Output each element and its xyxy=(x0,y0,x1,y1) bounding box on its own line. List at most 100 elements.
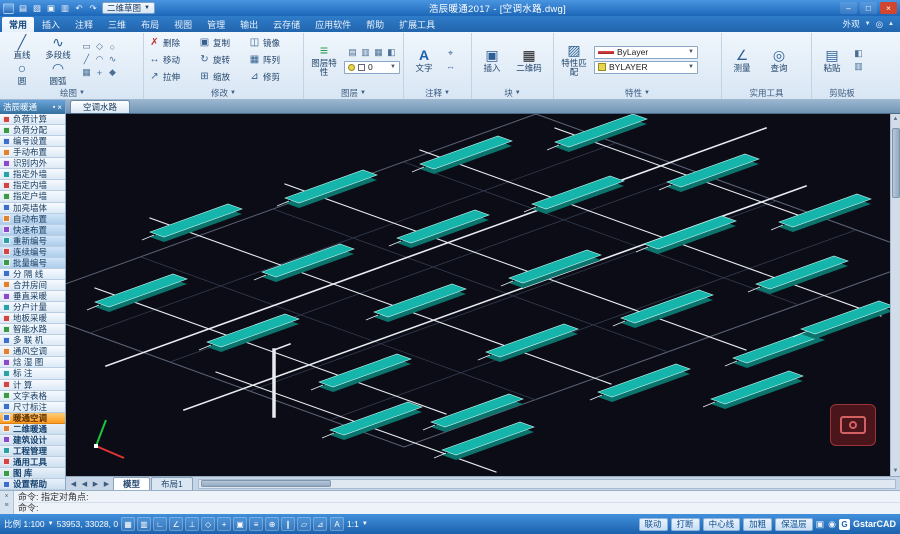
qrcode-button[interactable]: ▦ 二维码 xyxy=(512,47,546,73)
draw-tool-2[interactable]: ○圆 xyxy=(5,60,39,86)
sidebar-item-14[interactable]: 分 隔 线 xyxy=(0,269,65,280)
ribbon-tab-8[interactable]: 云存储 xyxy=(266,17,307,32)
ribbon-tab-9[interactable]: 应用软件 xyxy=(308,17,358,32)
status-toggle-10[interactable]: ∥ xyxy=(281,517,295,531)
panel-label-modify[interactable]: 修改▼ xyxy=(147,86,300,99)
sidebar-item-12[interactable]: 连续编号 xyxy=(0,247,65,258)
draw-mini-icon-5[interactable]: ∿ xyxy=(106,53,119,66)
command-lines[interactable]: 命令: 指定对角点: 命令: xyxy=(14,491,900,514)
hvac-toggle-2[interactable]: 中心线 xyxy=(703,518,741,531)
quick-access-icon-1[interactable]: ▨ xyxy=(31,3,43,14)
app-icon[interactable] xyxy=(3,3,14,14)
status-toggle-1[interactable]: ▥ xyxy=(137,517,151,531)
quick-access-icon-4[interactable]: ↶ xyxy=(73,3,85,14)
sidebar-item-1[interactable]: 负荷分配 xyxy=(0,125,65,136)
vertical-scroll-thumb[interactable] xyxy=(892,128,900,198)
sidebar-item-21[interactable]: 通风空调 xyxy=(0,346,65,357)
close-button[interactable]: × xyxy=(880,2,897,14)
status-toggle-11[interactable]: ▱ xyxy=(297,517,311,531)
sidebar-item-19[interactable]: 智能水路 xyxy=(0,324,65,335)
sidebar-item-6[interactable]: 指定内墙 xyxy=(0,180,65,191)
drawing-viewport[interactable] xyxy=(66,114,890,476)
panel-label-block[interactable]: 块▼ xyxy=(475,86,550,99)
paste-button[interactable]: ▤ 粘贴 xyxy=(815,47,849,73)
sidebar-item-3[interactable]: 手动布置 xyxy=(0,147,65,158)
layout-nav-icon-2[interactable]: ▶ xyxy=(90,480,101,488)
sidebar-item-16[interactable]: 垂直采暖 xyxy=(0,291,65,302)
appearance-menu[interactable]: 外观 xyxy=(843,18,860,30)
sidebar-item-22[interactable]: 焓 湿 图 xyxy=(0,357,65,368)
sidebar-item-18[interactable]: 地板采暖 xyxy=(0,313,65,324)
ribbon-tab-10[interactable]: 帮助 xyxy=(359,17,391,32)
annotation-icon[interactable]: A xyxy=(330,517,344,531)
sidebar-item-24[interactable]: 计 算 xyxy=(0,380,65,391)
panel-label-utilities[interactable]: 实用工具 xyxy=(725,86,808,99)
insert-block-button[interactable]: ▣ 插入 xyxy=(475,47,509,73)
ribbon-tab-11[interactable]: 扩展工具 xyxy=(392,17,442,32)
sidebar-item-9[interactable]: 自动布置 xyxy=(0,214,65,225)
layout-nav-icon-1[interactable]: ◀ xyxy=(79,480,90,488)
layout-tab-0[interactable]: 模型 xyxy=(113,477,150,490)
color-combo[interactable]: ByLayer ▼ xyxy=(594,46,698,59)
command-strip-icon-0[interactable]: × xyxy=(4,493,8,500)
draw-tool-1[interactable]: ∿多段线 xyxy=(41,34,75,60)
draw-mini-icon-1[interactable]: ◇ xyxy=(93,40,106,53)
status-toggle-8[interactable]: ≡ xyxy=(249,517,263,531)
quick-access-icon-2[interactable]: ▣ xyxy=(45,3,57,14)
status-right-icon-1[interactable]: ◉ xyxy=(828,519,836,530)
modify-tool-2[interactable]: ◫镜像 xyxy=(247,34,297,51)
modify-tool-0[interactable]: ✗删除 xyxy=(147,34,197,51)
layer-mini-icon-0[interactable]: ▤ xyxy=(346,46,359,59)
panel-label-clipboard[interactable]: 剪贴板 xyxy=(815,86,869,99)
draw-mini-icon-2[interactable]: ○ xyxy=(106,40,119,53)
ribbon-tab-5[interactable]: 视图 xyxy=(167,17,199,32)
ribbon-tab-1[interactable]: 插入 xyxy=(35,17,67,32)
pin-icon[interactable]: ▪ xyxy=(53,104,55,111)
sidebar-item-25[interactable]: 文字表格 xyxy=(0,391,65,402)
modify-tool-8[interactable]: ⊿修剪 xyxy=(247,68,297,85)
layer-mini-icon-1[interactable]: ▥ xyxy=(359,46,372,59)
sidebar-category-1[interactable]: 二维暖通 xyxy=(0,424,65,435)
ribbon-tab-7[interactable]: 输出 xyxy=(233,17,265,32)
layout-nav-icon-0[interactable]: ◀ xyxy=(68,480,79,488)
sidebar-item-26[interactable]: 尺寸标注 xyxy=(0,402,65,413)
hvac-toggle-4[interactable]: 保温层 xyxy=(775,518,813,531)
status-toggle-12[interactable]: ⊿ xyxy=(313,517,327,531)
scale-display[interactable]: 比例 1:100 xyxy=(4,518,45,530)
horizontal-scroll-thumb[interactable] xyxy=(201,480,331,487)
inquiry-button[interactable]: ◎ 查询 xyxy=(762,47,796,73)
sidebar-category-5[interactable]: 图 库 xyxy=(0,468,65,479)
sidebar-category-4[interactable]: 通用工具 xyxy=(0,457,65,468)
sidebar-item-0[interactable]: 负荷计算 xyxy=(0,114,65,125)
layout-nav-icon-3[interactable]: ▶ xyxy=(101,480,112,488)
layer-combo[interactable]: 0 ▼ xyxy=(344,61,400,74)
hvac-toggle-1[interactable]: 打断 xyxy=(671,518,700,531)
command-strip-icon-1[interactable]: ≡ xyxy=(4,502,8,509)
sidebar-item-11[interactable]: 重新编号 xyxy=(0,236,65,247)
sidebar-item-23[interactable]: 标 注 xyxy=(0,368,65,379)
sidebar-category-6[interactable]: 设置帮助 xyxy=(0,479,65,490)
command-prompt[interactable]: 命令: xyxy=(18,503,900,514)
measure-button[interactable]: ∠ 测量 xyxy=(725,47,759,73)
panel-label-draw[interactable]: 绘图▼ xyxy=(5,86,140,99)
modify-tool-3[interactable]: ↔移动 xyxy=(147,51,197,68)
linetype-combo[interactable]: BYLAYER ▼ xyxy=(594,61,698,74)
status-toggle-0[interactable]: ▦ xyxy=(121,517,135,531)
layer-mini-icon-2[interactable]: ▦ xyxy=(372,46,385,59)
sidebar-item-10[interactable]: 快速布置 xyxy=(0,225,65,236)
sidebar-item-4[interactable]: 识别内外 xyxy=(0,158,65,169)
draw-mini-icon-7[interactable]: + xyxy=(93,66,106,79)
document-tab[interactable]: 空调水路 xyxy=(70,100,130,113)
sidebar-item-7[interactable]: 指定户墙 xyxy=(0,191,65,202)
minimize-ribbon-icon[interactable]: ▲ xyxy=(888,21,894,27)
status-toggle-2[interactable]: ∟ xyxy=(153,517,167,531)
sidebar-category-0[interactable]: 暖通空调 xyxy=(0,413,65,424)
hvac-toggle-0[interactable]: 联动 xyxy=(639,518,668,531)
sidebar-category-2[interactable]: 建筑设计 xyxy=(0,435,65,446)
panel-label-annotate[interactable]: 注释▼ xyxy=(407,86,468,99)
draw-mini-icon-8[interactable]: ◆ xyxy=(106,66,119,79)
ribbon-tab-4[interactable]: 布局 xyxy=(134,17,166,32)
hvac-toggle-3[interactable]: 加粗 xyxy=(743,518,772,531)
annotation-scale[interactable]: 1:1 xyxy=(347,519,359,529)
draw-tool-0[interactable]: ╱直线 xyxy=(5,34,39,60)
